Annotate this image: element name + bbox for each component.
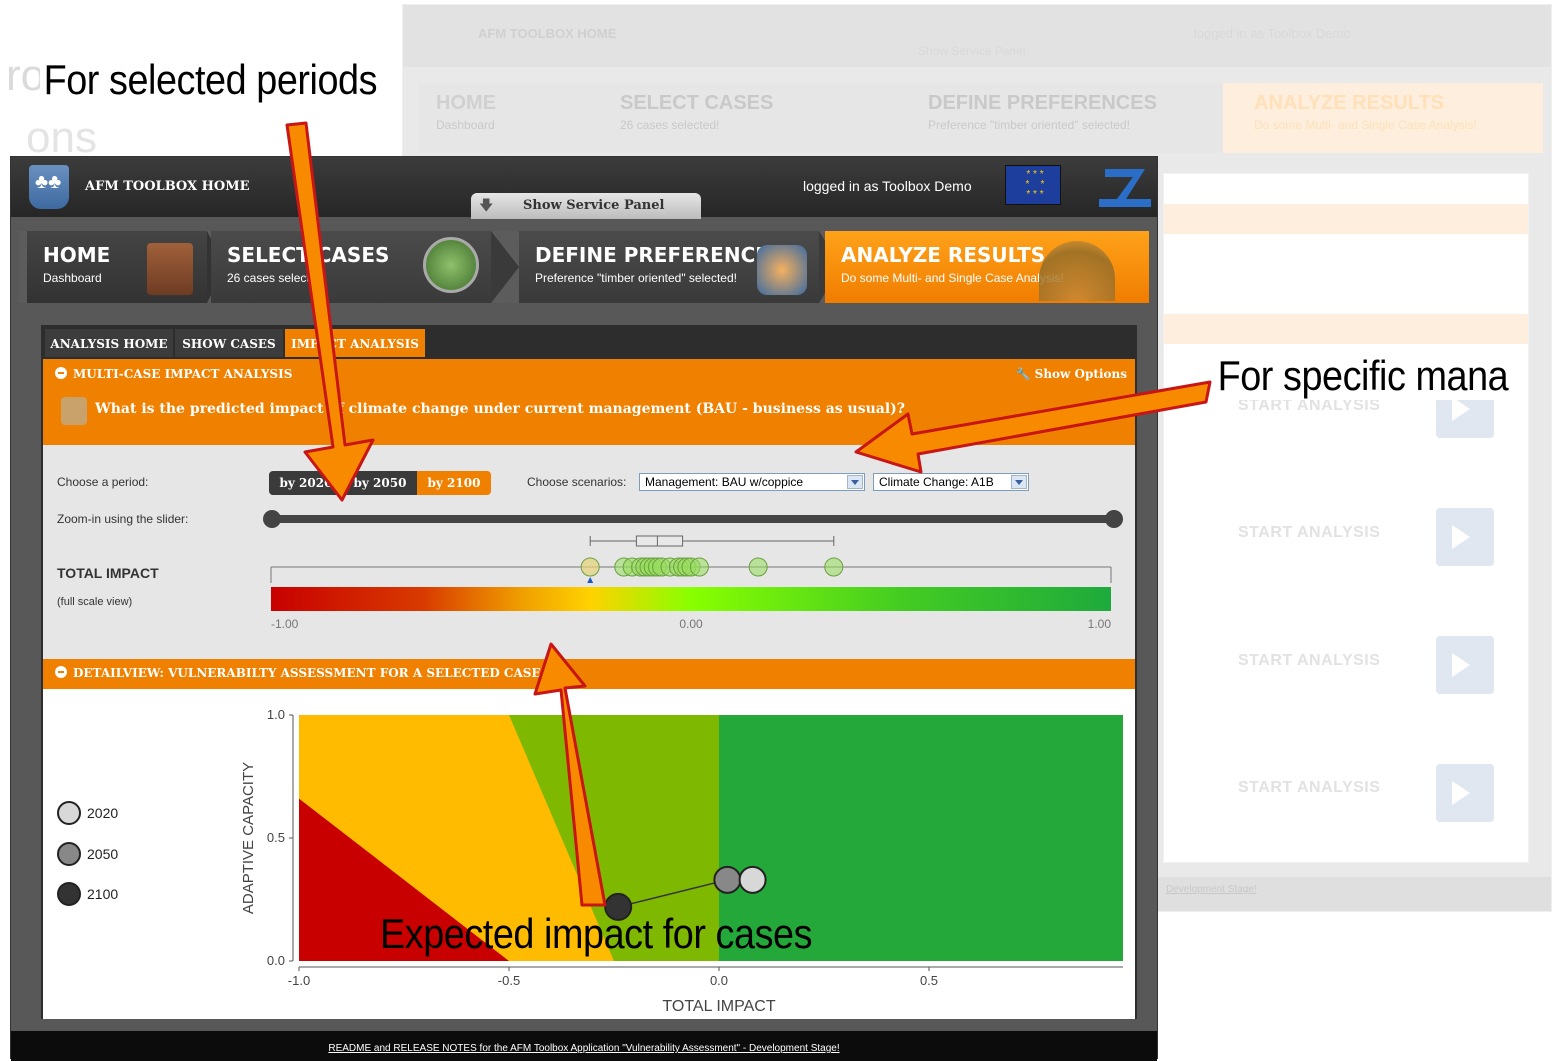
arrow-expected bbox=[533, 642, 607, 907]
annotation-periods: For selected periods bbox=[40, 56, 381, 104]
arrow-management bbox=[854, 380, 1212, 474]
annotation-expected: Expected impact for cases bbox=[380, 910, 813, 957]
annotation-arrows bbox=[285, 121, 1212, 907]
annotation-management: For specific mana bbox=[1214, 352, 1512, 400]
arrow-periods bbox=[285, 121, 375, 502]
